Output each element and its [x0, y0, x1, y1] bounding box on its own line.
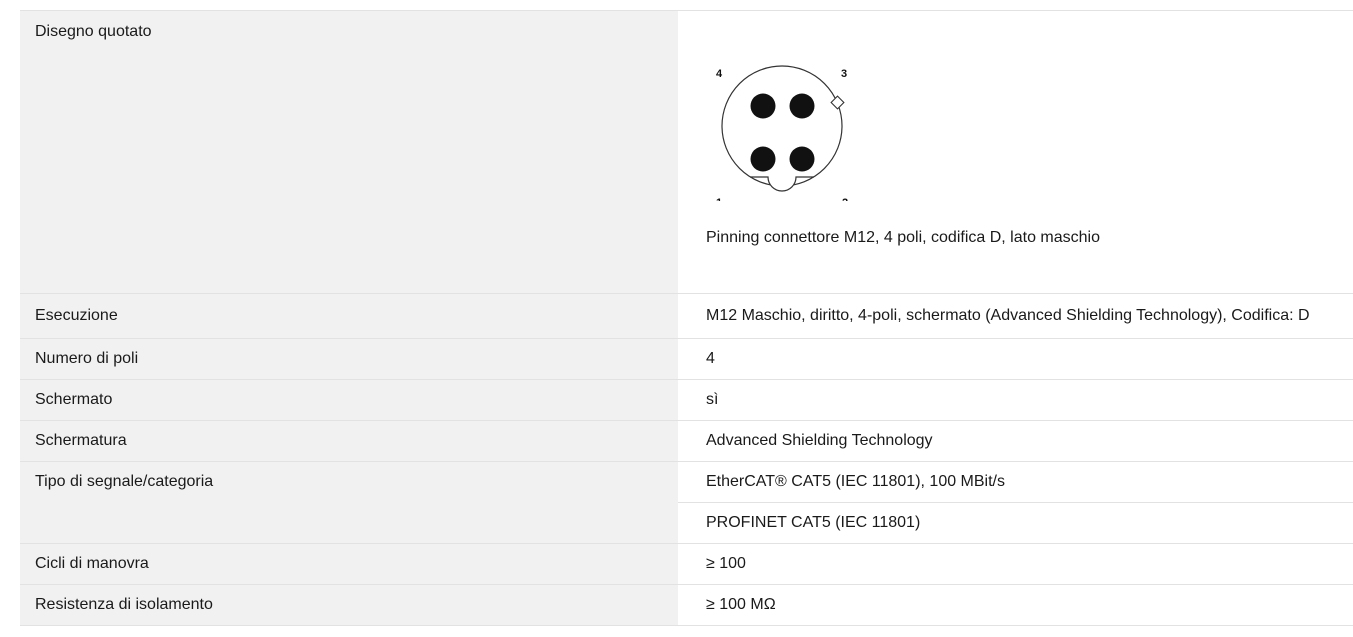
- spec-value: sì: [678, 380, 1353, 420]
- pin-4: [750, 93, 776, 119]
- pin-1: [750, 146, 776, 172]
- connector-outline: [721, 65, 843, 187]
- drawing-cell: 4 3 1 2 Pinning connettore M12, 4 poli, …: [678, 11, 1353, 293]
- spec-label: Numero di poli: [20, 339, 678, 379]
- spec-value: Advanced Shielding Technology: [678, 421, 1353, 461]
- spec-value: PROFINET CAT5 (IEC 11801): [678, 502, 1353, 543]
- spec-label: Schermato: [20, 380, 678, 420]
- spec-row: Resistenza di isolamento ≥ 100 MΩ: [20, 585, 1353, 626]
- pin-label-2: 2: [842, 197, 848, 201]
- pin-3: [789, 93, 815, 119]
- spec-value: EtherCAT® CAT5 (IEC 11801), 100 MBit/s: [678, 462, 1353, 502]
- coding-notch: [750, 176, 814, 192]
- drawing-caption: Pinning connettore M12, 4 poli, codifica…: [706, 229, 1100, 246]
- spec-row: Schermato sì: [20, 380, 1353, 421]
- spec-row: Schermatura Advanced Shielding Technolog…: [20, 421, 1353, 462]
- m12-pinning-diagram: 4 3 1 2: [716, 65, 848, 201]
- coding-key: [830, 95, 845, 110]
- spec-row: Numero di poli 4: [20, 339, 1353, 380]
- spec-value: 4: [678, 339, 1353, 379]
- spec-row-drawing: Disegno quotato 4 3 1 2 Pinning connetto…: [20, 11, 1353, 294]
- spec-value: ≥ 100: [678, 544, 1353, 584]
- spec-value-group: EtherCAT® CAT5 (IEC 11801), 100 MBit/s P…: [678, 462, 1353, 543]
- spec-value: ≥ 100 MΩ: [678, 585, 1353, 625]
- spec-label: Resistenza di isolamento: [20, 585, 678, 625]
- spec-row: Esecuzione M12 Maschio, diritto, 4-poli,…: [20, 294, 1353, 339]
- spec-label: Tipo di segnale/categoria: [20, 462, 678, 543]
- spec-row: Tipo di segnale/categoria EtherCAT® CAT5…: [20, 462, 1353, 544]
- spec-row: Cicli di manovra ≥ 100: [20, 544, 1353, 585]
- pin-label-4: 4: [716, 68, 723, 80]
- spec-label: Disegno quotato: [20, 11, 678, 293]
- spec-label: Cicli di manovra: [20, 544, 678, 584]
- pin-2: [789, 146, 815, 172]
- spec-table: Disegno quotato 4 3 1 2 Pinning connetto…: [20, 10, 1353, 626]
- spec-value: M12 Maschio, diritto, 4-poli, schermato …: [678, 294, 1353, 338]
- pin-label-3: 3: [841, 68, 847, 80]
- spec-label: Schermatura: [20, 421, 678, 461]
- pin-label-1: 1: [716, 197, 722, 201]
- spec-label: Esecuzione: [20, 294, 678, 338]
